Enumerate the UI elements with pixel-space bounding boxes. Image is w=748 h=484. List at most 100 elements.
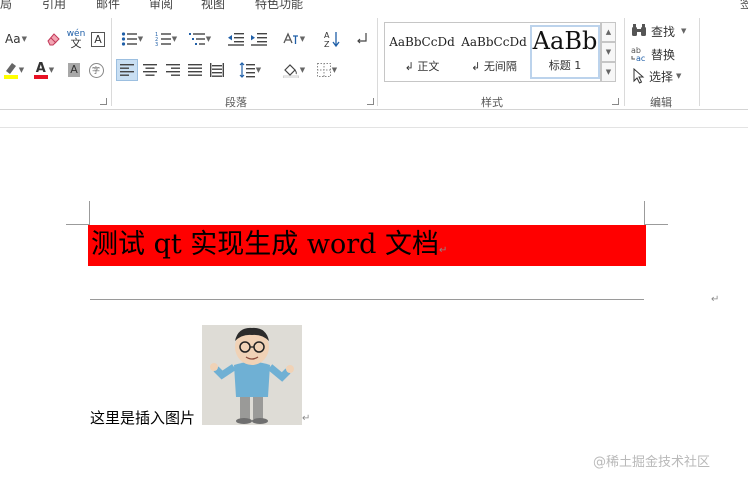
highlighter-icon (3, 63, 18, 79)
borders-button[interactable]: ▼ (312, 59, 342, 81)
margin-crop-mark (66, 224, 89, 225)
numbered-list-icon: 1 2 3 (155, 32, 171, 47)
increase-indent-button[interactable] (249, 28, 269, 50)
svg-text:A: A (324, 31, 330, 40)
font-color-glyph: A (33, 62, 48, 79)
enclose-characters-button[interactable]: 字 (86, 59, 106, 81)
tab-layout[interactable]: 局 (0, 0, 12, 12)
phonetic-guide-button[interactable]: wén 文 (65, 26, 87, 52)
font-dialog-launcher[interactable] (100, 98, 107, 105)
clear-formatting-button[interactable] (42, 28, 64, 50)
document-title-text: 测试 qt 实现生成 word 文档 (91, 229, 440, 260)
chevron-down-icon: ▼ (331, 66, 338, 74)
font-color-button[interactable]: A ▼ (30, 59, 58, 81)
paragraph-mark-icon (357, 33, 367, 44)
paragraph-dialog-launcher[interactable] (367, 98, 374, 105)
font-color-bar (33, 74, 48, 79)
align-center-button[interactable] (139, 59, 161, 81)
inserted-picture[interactable] (202, 325, 302, 425)
select-button[interactable]: 选择 ▼ (630, 66, 690, 86)
paragraph-mark: ↵ (711, 294, 720, 305)
eraser-icon (47, 33, 60, 46)
chevron-down-icon: ▼ (605, 48, 612, 56)
style-normal[interactable]: AaBbCcDd ↲ 正文 (387, 25, 457, 79)
style-heading-1[interactable]: AaBb 标题 1 (530, 25, 600, 79)
decrease-indent-icon (228, 33, 244, 46)
show-formatting-marks-button[interactable] (352, 28, 372, 50)
tab-references[interactable]: 引用 (42, 0, 66, 12)
increase-indent-icon (251, 33, 267, 46)
tab-view[interactable]: 视图 (201, 0, 225, 12)
group-separator (111, 18, 112, 106)
highlight-color-button[interactable]: ▼ (0, 59, 28, 81)
line-spacing-icon (239, 62, 255, 78)
paint-bucket-icon (282, 64, 299, 78)
character-border-button[interactable]: A (88, 28, 108, 50)
bullets-button[interactable]: ▼ (117, 28, 147, 50)
justify-button[interactable] (184, 59, 206, 81)
svg-text:3: 3 (155, 42, 158, 47)
style-sample: AaBbCcDd (389, 35, 455, 49)
find-button[interactable]: 查找 ▼ (630, 21, 694, 41)
chevron-down-icon: ▼ (681, 27, 687, 35)
chevron-down-icon: ▼ (21, 35, 27, 43)
distributed-button[interactable] (206, 59, 228, 81)
margin-crop-mark (644, 201, 645, 225)
decrease-indent-button[interactable] (226, 28, 246, 50)
chevron-down-icon: ▼ (171, 35, 178, 43)
ribbon-tab-row: 局 引用 邮件 审阅 视图 特色功能 签 (0, 0, 748, 12)
group-separator (699, 18, 700, 106)
align-center-icon (143, 64, 157, 76)
watermark: @稀土掘金技术社区 (593, 455, 711, 470)
change-case-label: Aa (5, 32, 21, 46)
body-paragraph[interactable]: 这里是插入图片 (90, 407, 195, 428)
style-no-spacing[interactable]: AaBbCcDd ↲ 无间隔 (459, 25, 529, 79)
tab-overflow[interactable]: 签 (740, 0, 748, 12)
align-left-button[interactable] (116, 59, 138, 81)
chevron-down-icon: ▼ (255, 66, 262, 74)
styles-group-label: 样式 (481, 96, 503, 109)
character-shading-label: A (68, 63, 80, 77)
replace-label: 替换 (651, 47, 676, 62)
group-separator (377, 18, 378, 106)
sort-button[interactable]: A Z (321, 28, 343, 50)
styles-dialog-launcher[interactable] (612, 98, 619, 105)
select-label: 选择 (649, 69, 674, 84)
chevron-up-icon: ▲ (605, 28, 612, 36)
gallery-scroll-up[interactable]: ▲ (601, 22, 616, 42)
chevron-down-icon: ▼ (48, 66, 55, 74)
gallery-scroll-down[interactable]: ▼ (601, 42, 616, 62)
sort-az-icon: A Z (324, 31, 340, 48)
chevron-down-icon: ▼ (299, 35, 306, 43)
group-separator (624, 18, 625, 106)
replace-icon: ab ac (631, 46, 645, 62)
distributed-icon (210, 63, 224, 77)
gallery-more[interactable]: ▼ (601, 62, 616, 82)
style-name: ↲ 无间隔 (471, 60, 517, 73)
horizontal-rule (90, 299, 644, 300)
align-right-button[interactable] (162, 59, 184, 81)
document-title[interactable]: 测试 qt 实现生成 word 文档↵ (91, 226, 447, 270)
shading-button[interactable]: ▼ (279, 59, 309, 81)
margin-crop-mark (645, 224, 668, 225)
chevron-down-icon: ▼ (205, 35, 212, 43)
character-shading-button[interactable]: A (64, 59, 84, 81)
tab-review[interactable]: 审阅 (149, 0, 173, 12)
line-spacing-button[interactable]: ▼ (235, 59, 265, 81)
asian-layout-button[interactable]: ▼ (279, 28, 309, 50)
multilevel-list-button[interactable]: ▼ (185, 28, 215, 50)
style-name: ↲ 正文 (404, 60, 440, 73)
change-case-button[interactable]: Aa ▼ (0, 28, 32, 50)
numbering-button[interactable]: 1 2 3 ▼ (151, 28, 181, 50)
binoculars-icon (632, 24, 646, 36)
editing-group-label: 编辑 (650, 96, 672, 109)
tab-mailings[interactable]: 邮件 (96, 0, 120, 12)
tab-special-features[interactable]: 特色功能 (255, 0, 303, 12)
cursor-arrow-icon (633, 68, 645, 84)
replace-button[interactable]: ab ac 替换 (630, 44, 680, 64)
enclose-char-label: 字 (88, 62, 104, 78)
align-right-icon (166, 64, 180, 76)
style-sample: AaBb (532, 27, 598, 55)
chevron-down-icon: ▼ (299, 66, 306, 74)
style-name: 标题 1 (548, 59, 582, 72)
